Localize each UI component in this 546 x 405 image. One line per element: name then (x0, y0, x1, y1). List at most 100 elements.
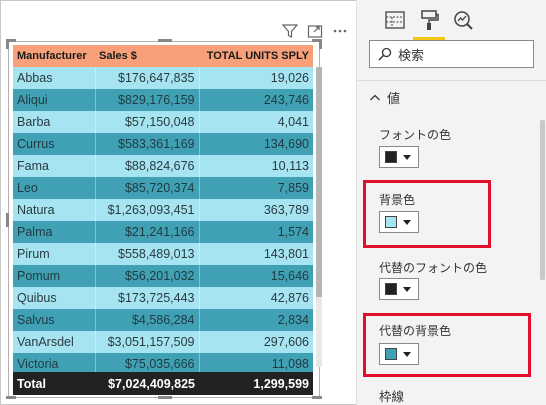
alt-font-color-dropdown[interactable] (379, 278, 419, 300)
background-color-label: 背景色 (379, 193, 416, 207)
units-cell: 1,574 (199, 221, 313, 243)
units-cell: 7,859 (199, 177, 313, 199)
resize-handle[interactable] (319, 39, 322, 49)
chevron-down-icon (403, 154, 411, 160)
manufacturer-cell: Currus (13, 133, 96, 155)
pane-divider (357, 80, 546, 81)
units-cell: 15,646 (199, 265, 313, 287)
section-border-header[interactable]: 枠線 (379, 386, 404, 405)
sales-cell: $829,176,159 (95, 89, 200, 111)
resize-handle[interactable] (312, 396, 322, 399)
table-row[interactable]: Salvus $4,586,284 2,834 (13, 309, 313, 331)
manufacturer-cell: Leo (13, 177, 96, 199)
units-cell: 42,876 (199, 287, 313, 309)
column-header-sales[interactable]: Sales $ (95, 45, 199, 67)
filter-icon[interactable] (280, 20, 300, 42)
resize-handle[interactable] (158, 39, 172, 42)
fields-icon[interactable] (381, 6, 409, 34)
font-color-swatch (385, 151, 397, 163)
alt-background-color-swatch (385, 348, 397, 360)
column-header-manufacturer[interactable]: Manufacturer (13, 45, 95, 67)
data-table: Manufacturer Sales $ TOTAL UNITS SPLY Ab… (13, 45, 313, 375)
sales-cell: $57,150,048 (95, 111, 200, 133)
chevron-down-icon (403, 286, 411, 292)
sales-cell: $1,263,093,451 (95, 199, 200, 221)
sales-cell: $21,241,166 (95, 221, 200, 243)
units-cell: 2,834 (199, 309, 313, 331)
font-color-dropdown[interactable] (379, 146, 419, 168)
sales-cell: $4,586,284 (95, 309, 200, 331)
units-cell: 363,789 (199, 199, 313, 221)
manufacturer-cell: Pomum (13, 265, 96, 287)
chevron-up-icon (370, 94, 380, 100)
resize-handle[interactable] (6, 213, 9, 227)
pane-tabs (381, 6, 501, 40)
table-row[interactable]: Leo $85,720,374 7,859 (13, 177, 313, 199)
table-visual[interactable]: Manufacturer Sales $ TOTAL UNITS SPLY Ab… (13, 45, 313, 395)
total-row: Total $7,024,409,825 1,299,599 (13, 372, 313, 395)
alt-background-color-label: 代替の背景色 (379, 324, 452, 338)
chevron-down-icon (403, 351, 411, 357)
manufacturer-cell: Fama (13, 155, 96, 177)
table-row[interactable]: Natura $1,263,093,451 363,789 (13, 199, 313, 221)
alt-font-color-swatch (385, 283, 397, 295)
table-row[interactable]: Aliqui $829,176,159 243,746 (13, 89, 313, 111)
units-cell: 243,746 (199, 89, 313, 111)
manufacturer-cell: Barba (13, 111, 96, 133)
sales-cell: $173,725,443 (95, 287, 200, 309)
table-row[interactable]: Pomum $56,201,032 15,646 (13, 265, 313, 287)
manufacturer-cell: VanArsdel (13, 331, 96, 353)
search-placeholder: 検索 (398, 47, 425, 63)
total-sales: $7,024,409,825 (108, 376, 195, 391)
table-header-row: Manufacturer Sales $ TOTAL UNITS SPLY (13, 45, 313, 67)
sales-cell: $88,824,676 (95, 155, 200, 177)
search-input[interactable]: 検索 (369, 40, 534, 68)
search-icon (378, 47, 392, 61)
sales-cell: $558,489,013 (95, 243, 200, 265)
alt-background-color-dropdown[interactable] (379, 343, 419, 365)
manufacturer-cell: Palma (13, 221, 96, 243)
resize-handle[interactable] (6, 39, 9, 49)
table-scroll-thumb[interactable] (316, 67, 322, 297)
table-row[interactable]: Barba $57,150,048 4,041 (13, 111, 313, 133)
analytics-icon[interactable] (449, 6, 477, 34)
pane-scrollbar[interactable] (540, 120, 545, 280)
sales-cell: $85,720,374 (95, 177, 200, 199)
sales-cell: $56,201,032 (95, 265, 200, 287)
table-row[interactable]: Pirum $558,489,013 143,801 (13, 243, 313, 265)
table-scrollbar[interactable] (316, 67, 322, 367)
format-paint-icon[interactable] (415, 6, 443, 34)
manufacturer-cell: Aliqui (13, 89, 96, 111)
table-row[interactable]: Currus $583,361,169 134,690 (13, 133, 313, 155)
more-options-icon[interactable] (330, 20, 350, 42)
resize-handle[interactable] (158, 396, 172, 399)
column-header-total-units[interactable]: TOTAL UNITS SPLY (199, 45, 313, 67)
section-title: 値 (387, 91, 401, 106)
sales-cell: $3,051,157,509 (95, 331, 200, 353)
total-label: Total (17, 376, 46, 391)
format-pane: 検索 値 フォントの色 背景色 代替のフォントの色 代替の背景色 枠線 (356, 0, 546, 405)
units-cell: 4,041 (199, 111, 313, 133)
font-color-label: フォントの色 (379, 128, 452, 142)
units-cell: 10,113 (199, 155, 313, 177)
units-cell: 143,801 (199, 243, 313, 265)
sales-cell: $176,647,835 (95, 67, 200, 89)
manufacturer-cell: Salvus (13, 309, 96, 331)
table-row[interactable]: Palma $21,241,166 1,574 (13, 221, 313, 243)
total-units: 1,299,599 (253, 376, 309, 391)
resize-handle[interactable] (6, 396, 16, 399)
background-color-dropdown[interactable] (379, 211, 419, 233)
units-cell: 134,690 (199, 133, 313, 155)
table-row[interactable]: VanArsdel $3,051,157,509 297,606 (13, 331, 313, 353)
section-values-header[interactable]: 値 (369, 88, 400, 107)
manufacturer-cell: Quibus (13, 287, 96, 309)
table-row[interactable]: Fama $88,824,676 10,113 (13, 155, 313, 177)
chevron-down-icon (403, 219, 411, 225)
units-cell: 19,026 (199, 67, 313, 89)
table-row[interactable]: Quibus $173,725,443 42,876 (13, 287, 313, 309)
manufacturer-cell: Abbas (13, 67, 96, 89)
manufacturer-cell: Natura (13, 199, 96, 221)
background-color-swatch (385, 216, 397, 228)
table-row[interactable]: Abbas $176,647,835 19,026 (13, 67, 313, 89)
sales-cell: $583,361,169 (95, 133, 200, 155)
